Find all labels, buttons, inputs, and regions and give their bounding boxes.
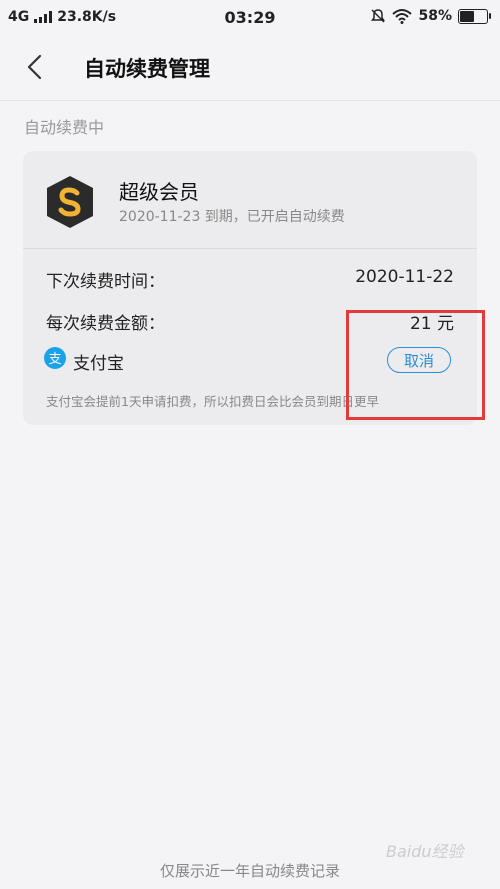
header-bar: 自动续费管理 <box>0 34 500 100</box>
next-renewal-label: 下次续费时间： <box>46 272 165 292</box>
back-button[interactable] <box>20 50 54 84</box>
deduction-note: 支付宝会提前1天申请扣费，所以扣费日会比会员到期日更早 <box>46 394 379 409</box>
product-expiry: 2020-11-23 到期，已开启自动续费 <box>119 209 345 225</box>
footer-note: 仅展示近一年自动续费记录 <box>159 862 340 880</box>
battery-percent: 58% <box>418 8 452 24</box>
next-renewal-value: 2020-11-22 <box>355 267 454 287</box>
bell-off-icon <box>371 9 386 23</box>
status-bar: 4G 23.8K/s 03:29 58% <box>0 0 500 34</box>
annotation-highlight-box <box>346 310 485 420</box>
page-title: 自动续费管理 <box>84 57 210 81</box>
product-name: 超级会员 <box>119 180 199 204</box>
battery-icon <box>458 8 491 24</box>
alipay-icon: 支 <box>44 347 66 369</box>
status-right: 58% <box>370 8 491 24</box>
header-divider <box>0 100 500 101</box>
svip-logo-icon <box>47 176 93 228</box>
card-divider <box>23 248 477 249</box>
payment-method: 支付宝 <box>73 354 124 374</box>
alipay-glyph: 支 <box>48 352 61 367</box>
amount-label: 每次续费金额： <box>46 314 165 334</box>
wifi-icon <box>392 9 413 24</box>
watermark: Baidu经验 <box>386 842 464 861</box>
section-title: 自动续费中 <box>24 118 105 137</box>
